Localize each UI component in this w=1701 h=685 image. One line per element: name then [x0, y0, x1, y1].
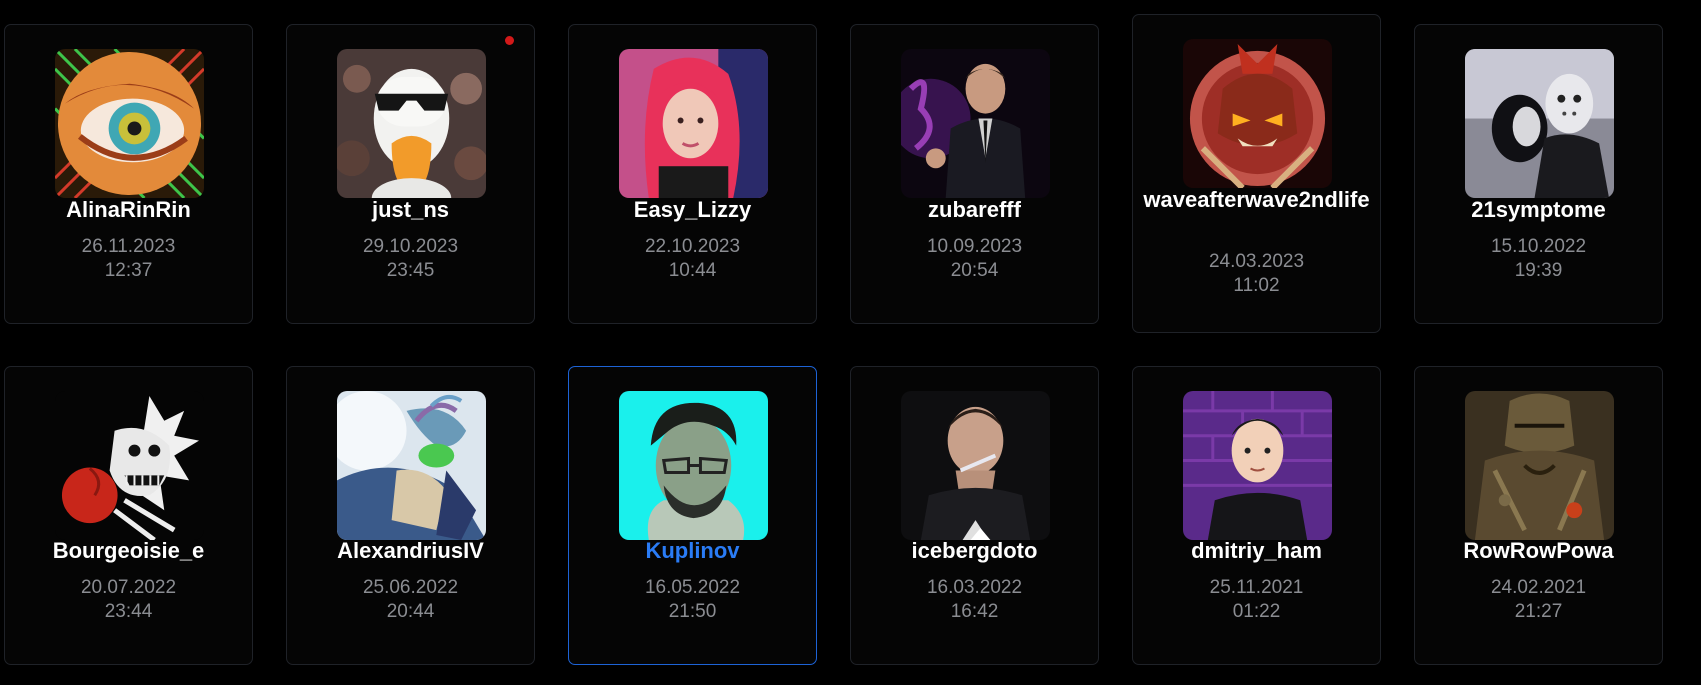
user-card-easy-lizzy[interactable]: Easy_Lizzy 22.10.2023 10:44	[568, 24, 817, 324]
avatar	[1465, 49, 1614, 198]
last-seen-time: 01:22	[1232, 601, 1281, 622]
avatar	[901, 391, 1050, 540]
avatar	[1183, 39, 1332, 188]
last-seen-date: 24.02.2021	[1490, 577, 1587, 598]
user-card-rowrowpowa[interactable]: RowRowPowa 24.02.2021 21:27	[1414, 366, 1663, 665]
username: Kuplinov	[645, 538, 740, 563]
last-seen-time: 12:37	[104, 260, 153, 281]
last-seen-time: 19:39	[1514, 260, 1563, 281]
avatar	[337, 49, 486, 198]
user-card-alexandriusiv[interactable]: AlexandriusIV 25.06.2022 20:44	[286, 366, 535, 665]
last-seen-date: 25.06.2022	[362, 577, 459, 598]
avatar	[55, 49, 204, 198]
avatar	[1465, 391, 1614, 540]
user-card-alinarinrin[interactable]: AlinaRinRin 26.11.2023 12:37	[4, 24, 253, 324]
last-seen-date: 15.10.2022	[1490, 236, 1587, 257]
username: Bourgeoisie_e	[52, 538, 205, 563]
last-seen-date: 26.11.2023	[81, 236, 176, 257]
last-seen-time: 23:45	[386, 260, 435, 281]
last-seen-time: 20:44	[386, 601, 435, 622]
username: just_ns	[371, 197, 450, 222]
username: dmitriy_ham	[1191, 538, 1322, 563]
user-card-waveafterwave2ndlife[interactable]: waveafterwave2ndlife 24.03.2023 11:02	[1132, 14, 1381, 333]
username: icebergdoto	[911, 538, 1038, 563]
last-seen-date: 25.11.2021	[1209, 577, 1304, 598]
last-seen-time: 20:54	[950, 260, 999, 281]
last-seen-time: 21:50	[668, 601, 717, 622]
username: waveafterwave2ndlife	[1143, 187, 1370, 212]
user-card-21symptome[interactable]: 21symptome 15.10.2022 19:39	[1414, 24, 1663, 324]
user-card-zubarefff[interactable]: zubarefff 10.09.2023 20:54	[850, 24, 1099, 324]
unread-indicator-icon	[505, 36, 514, 45]
avatar	[901, 49, 1050, 198]
last-seen-date: 22.10.2023	[644, 236, 741, 257]
last-seen-time: 21:27	[1514, 601, 1563, 622]
last-seen-time: 23:44	[104, 601, 153, 622]
username: AlinaRinRin	[66, 197, 191, 222]
last-seen-time: 16:42	[950, 601, 999, 622]
username: RowRowPowa	[1463, 538, 1614, 563]
avatar	[1183, 391, 1332, 540]
last-seen-time: 11:02	[1233, 275, 1280, 296]
avatar	[619, 391, 768, 540]
user-card-just-ns[interactable]: just_ns 29.10.2023 23:45	[286, 24, 535, 324]
user-grid: AlinaRinRin 26.11.2023 12:37 just_ns 29.…	[0, 0, 1701, 685]
last-seen-date: 20.07.2022	[80, 577, 177, 598]
user-card-bourgeoisie-e[interactable]: Bourgeoisie_e 20.07.2022 23:44	[4, 366, 253, 665]
username: Easy_Lizzy	[633, 197, 752, 222]
username: AlexandriusIV	[337, 538, 484, 563]
last-seen-time: 10:44	[668, 260, 717, 281]
last-seen-date: 16.03.2022	[926, 577, 1023, 598]
username: 21symptome	[1471, 197, 1606, 222]
avatar	[337, 391, 486, 540]
user-card-icebergdoto[interactable]: icebergdoto 16.03.2022 16:42	[850, 366, 1099, 665]
avatar	[619, 49, 768, 198]
last-seen-date: 24.03.2023	[1208, 251, 1305, 272]
user-card-kuplinov[interactable]: Kuplinov 16.05.2022 21:50	[568, 366, 817, 665]
last-seen-date: 29.10.2023	[362, 236, 459, 257]
last-seen-date: 16.05.2022	[644, 577, 741, 598]
avatar	[55, 391, 204, 540]
last-seen-date: 10.09.2023	[926, 236, 1023, 257]
user-card-dmitriy-ham[interactable]: dmitriy_ham 25.11.2021 01:22	[1132, 366, 1381, 665]
username: zubarefff	[928, 197, 1021, 222]
